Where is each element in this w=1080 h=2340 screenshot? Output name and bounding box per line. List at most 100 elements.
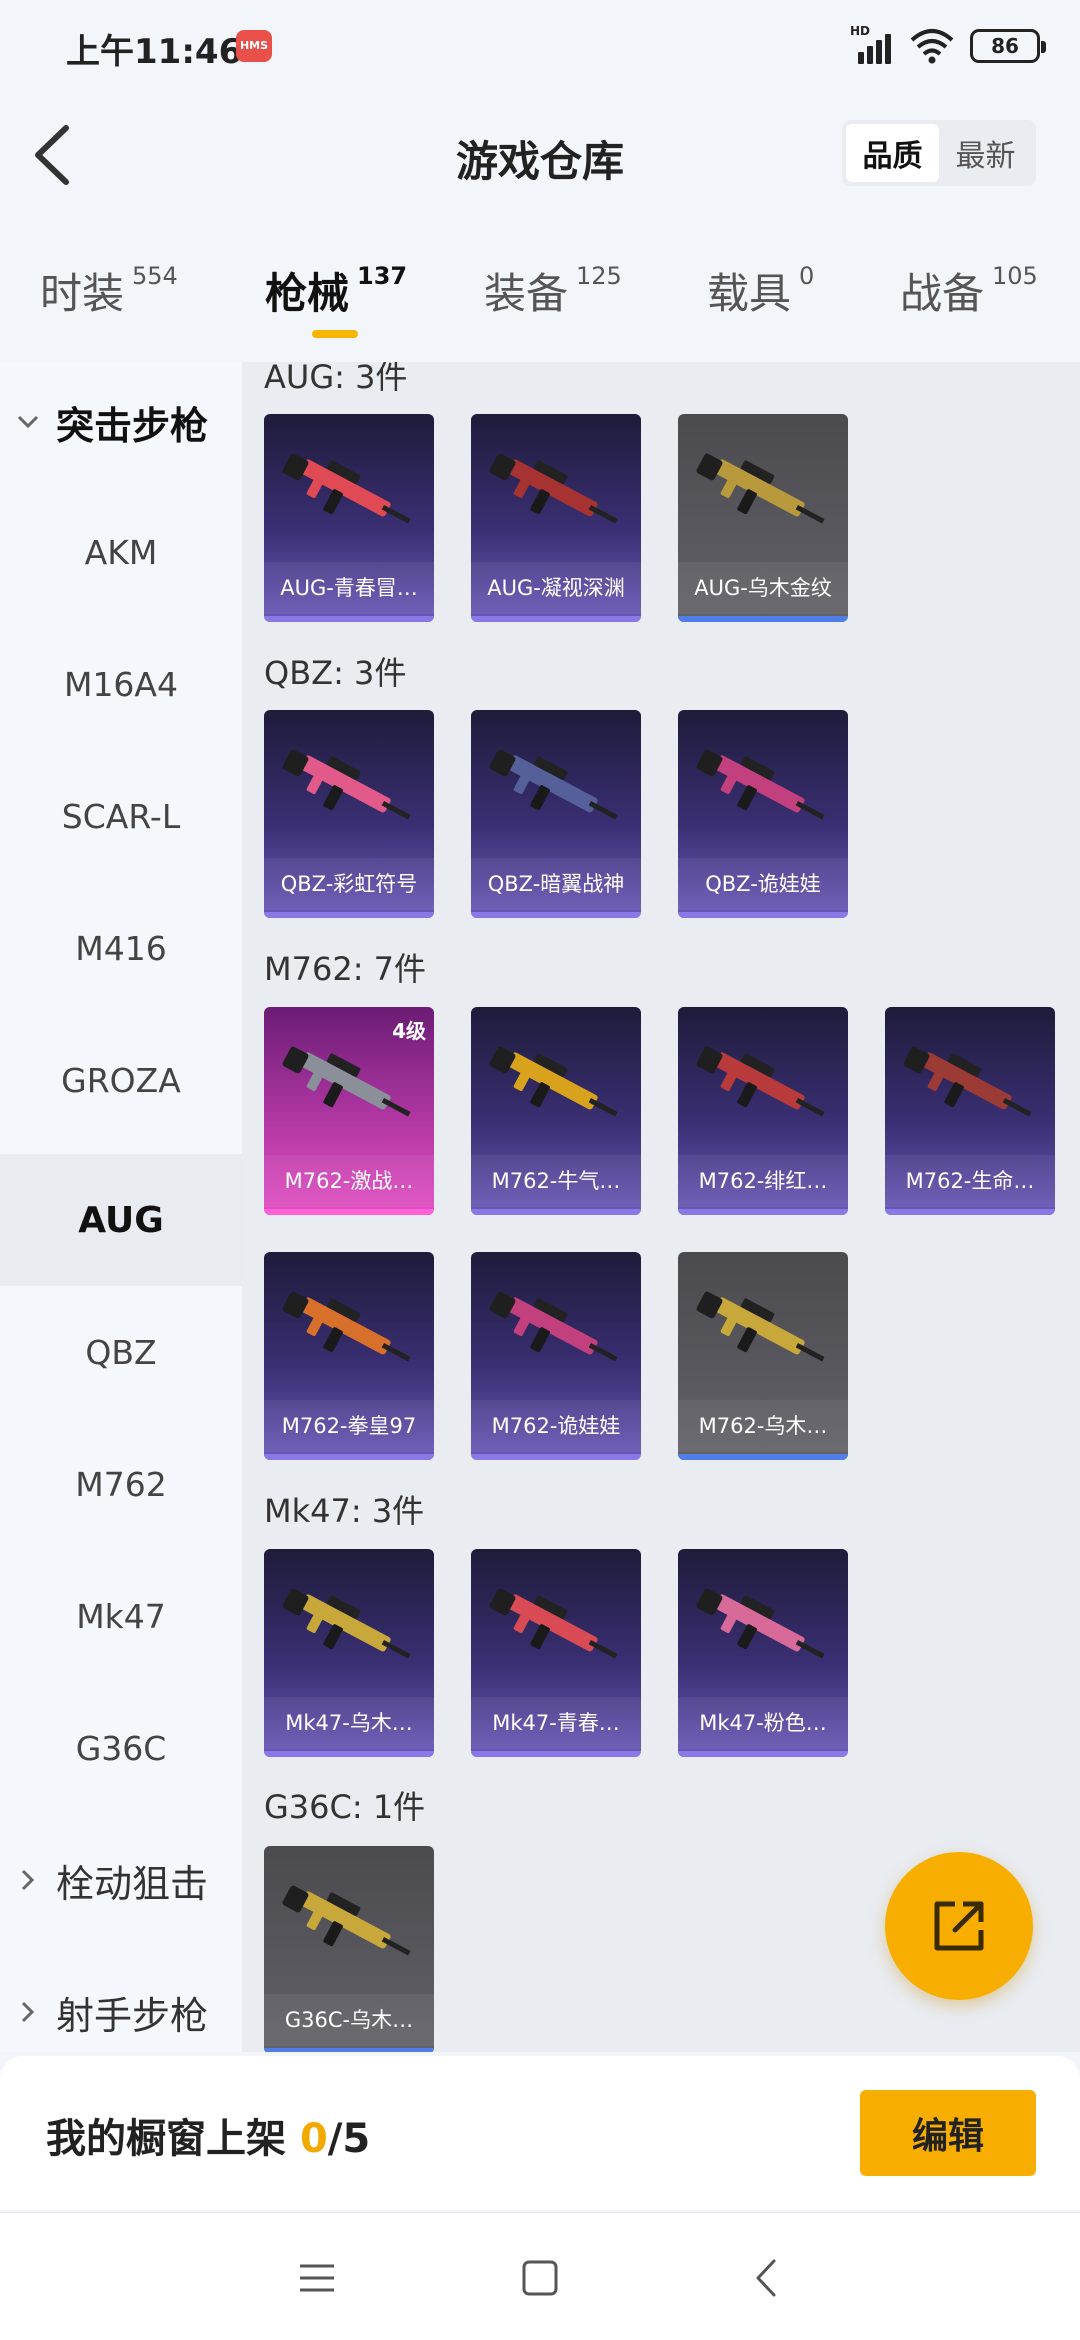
sort-toggle: 品质 最新 — [842, 120, 1036, 186]
rifle-icon — [696, 453, 825, 524]
skin-card[interactable]: M762-乌木… — [678, 1252, 848, 1460]
skin-card[interactable]: AUG-青春冒… — [264, 414, 434, 622]
tab-count: 105 — [992, 262, 1038, 290]
sidebar-category-assault-rifles[interactable]: 突击步枪 — [0, 362, 242, 488]
rarity-bar — [471, 1751, 641, 1757]
sidebar-item-groza[interactable]: GROZA — [0, 1014, 242, 1146]
menu-icon[interactable] — [292, 2253, 342, 2303]
sidebar-item-g36c[interactable]: G36C — [0, 1682, 242, 1814]
skin-card[interactable]: M762-生命… — [885, 1007, 1055, 1215]
skin-name: G36C-乌木… — [264, 1994, 434, 2046]
skin-name: M762-激战… — [264, 1155, 434, 1207]
group-title: QBZ: 3件 — [264, 654, 407, 692]
battery-icon: 86 — [970, 29, 1046, 63]
chevron-down-icon — [0, 402, 56, 442]
tab-label: 战备 — [900, 269, 985, 318]
sidebar-item-m416[interactable]: M416 — [0, 882, 242, 1014]
sidebar-item-m16a4[interactable]: M16A4 — [0, 618, 242, 750]
rarity-bar — [678, 1454, 848, 1460]
skin-name: Mk47-青春… — [471, 1697, 641, 1749]
tab-label: 枪械 — [265, 269, 350, 318]
status-bar: 上午11:46 HMS HD 86 — [0, 0, 1080, 90]
sort-by-newest[interactable]: 最新 — [939, 124, 1032, 182]
tab-count: 137 — [357, 262, 408, 290]
network-type: HD — [850, 24, 871, 38]
tab-fashion[interactable]: 时装 554 — [40, 260, 178, 340]
skin-card[interactable]: G36C-乌木… — [264, 1846, 434, 2052]
hms-badge-icon: HMS — [236, 30, 272, 62]
tab-supplies[interactable]: 战备 105 — [900, 260, 1038, 340]
sidebar-category-label: 射手步枪 — [56, 1993, 209, 2038]
rarity-bar — [264, 1209, 434, 1215]
rifle-icon — [903, 1046, 1032, 1117]
rarity-bar — [678, 1209, 848, 1215]
rarity-bar — [264, 912, 434, 918]
sort-by-quality[interactable]: 品质 — [846, 124, 939, 182]
sidebar-item-mk47[interactable]: Mk47 — [0, 1550, 242, 1682]
rarity-bar — [264, 1751, 434, 1757]
tab-count: 0 — [799, 262, 815, 290]
sidebar-item-m762[interactable]: M762 — [0, 1418, 242, 1550]
skin-name: Mk47-乌木… — [264, 1697, 434, 1749]
skin-name: Mk47-粉色… — [678, 1697, 848, 1749]
tab-label: 装备 — [484, 269, 569, 318]
showcase-current-count: 0 — [299, 2116, 328, 2162]
skin-card[interactable]: Mk47-乌木… — [264, 1549, 434, 1757]
skin-card[interactable]: 4级 M762-激战… — [264, 1007, 434, 1215]
tab-label: 载具 — [707, 269, 792, 318]
rarity-bar — [885, 1209, 1055, 1215]
group-title: Mk47: 3件 — [264, 1492, 425, 1530]
skin-card[interactable]: QBZ-彩虹符号 — [264, 710, 434, 918]
skin-card[interactable]: QBZ-暗翼战神 — [471, 710, 641, 918]
skin-card[interactable]: M762-绯红… — [678, 1007, 848, 1215]
tab-count: 125 — [576, 262, 622, 290]
home-icon[interactable] — [515, 2253, 565, 2303]
sidebar-item-akm[interactable]: AKM — [0, 486, 242, 618]
back-icon[interactable] — [743, 2253, 793, 2303]
group-title: M762: 7件 — [264, 950, 427, 988]
skin-card[interactable]: M762-诡娃娃 — [471, 1252, 641, 1460]
rarity-bar — [678, 616, 848, 622]
skin-card[interactable]: M762-牛气… — [471, 1007, 641, 1215]
skin-card[interactable]: AUG-乌木金纹 — [678, 414, 848, 622]
app-header: 游戏仓库 品质 最新 — [0, 90, 1080, 220]
rifle-icon — [696, 1291, 825, 1362]
rifle-icon — [696, 749, 825, 820]
skin-card[interactable]: M762-拳皇97 — [264, 1252, 434, 1460]
sidebar-item-qbz[interactable]: QBZ — [0, 1286, 242, 1418]
sidebar-item-aug[interactable]: AUG — [0, 1154, 242, 1286]
skin-name: QBZ-彩虹符号 — [264, 858, 434, 910]
active-tab-indicator — [312, 330, 358, 338]
chevron-right-icon — [0, 1860, 56, 1900]
sidebar-category-marksman-rifles[interactable]: 射手步枪 — [0, 1946, 242, 2052]
skin-card[interactable]: AUG-凝视深渊 — [471, 414, 641, 622]
rifle-icon — [489, 1291, 618, 1362]
showcase-total: /5 — [327, 2116, 371, 2162]
tab-equipment[interactable]: 装备 125 — [484, 260, 622, 340]
skin-card[interactable]: Mk47-粉色… — [678, 1549, 848, 1757]
edit-button[interactable]: 编辑 — [860, 2090, 1036, 2176]
rarity-bar — [471, 616, 641, 622]
showcase-bar: 我的橱窗上架 0/5 编辑 — [0, 2056, 1080, 2210]
rarity-bar — [264, 1454, 434, 1460]
skin-card[interactable]: Mk47-青春… — [471, 1549, 641, 1757]
skin-level-badge: 4级 — [392, 1019, 426, 1043]
rarity-bar — [678, 1751, 848, 1757]
share-external-icon — [934, 1901, 984, 1951]
sidebar-category-bolt-snipers[interactable]: 栓动狙击 — [0, 1814, 242, 1946]
tab-vehicles[interactable]: 载具 0 — [707, 260, 814, 340]
rifle-icon — [282, 1885, 411, 1956]
skin-card[interactable]: QBZ-诡娃娃 — [678, 710, 848, 918]
sidebar-category-label: 突击步枪 — [56, 403, 209, 448]
share-button[interactable] — [885, 1852, 1033, 2000]
rifle-icon — [282, 1588, 411, 1659]
showcase-status: 我的橱窗上架 0/5 — [46, 2106, 370, 2164]
tab-firearms[interactable]: 枪械 137 — [265, 260, 407, 340]
group-title: G36C: 1件 — [264, 1788, 426, 1826]
sidebar-item-scar-l[interactable]: SCAR-L — [0, 750, 242, 882]
system-nav-bar — [0, 2212, 1080, 2340]
rifle-icon — [696, 1588, 825, 1659]
chevron-right-icon — [0, 1992, 56, 2032]
skin-name: M762-乌木… — [678, 1400, 848, 1452]
rarity-bar — [471, 1454, 641, 1460]
